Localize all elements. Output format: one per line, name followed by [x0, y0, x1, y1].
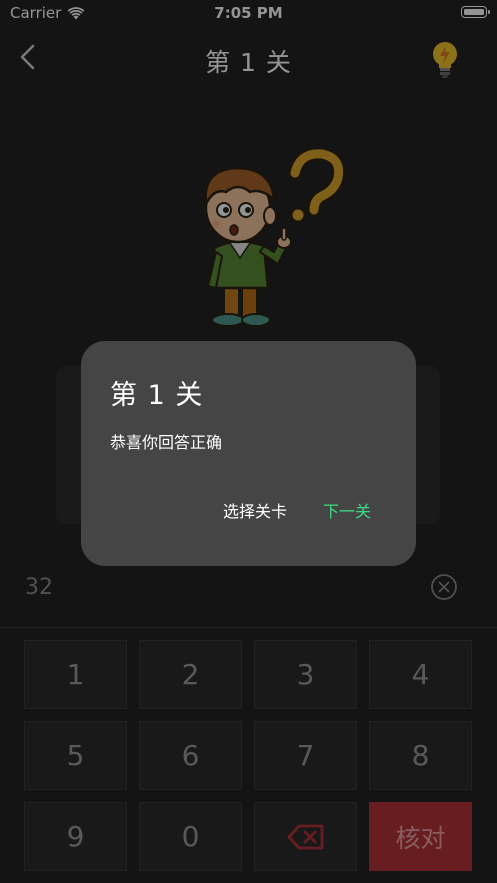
dialog-message: 恭喜你回答正确: [110, 433, 223, 452]
dialog-title: 第 1 关: [110, 380, 204, 411]
success-dialog: 第 1 关 恭喜你回答正确 选择关卡 下一关: [81, 341, 416, 566]
app-screen: Carrier 7:05 PM 第 1 关 32 1 2 3 4 5 6 7 8…: [0, 0, 497, 883]
next-level-button[interactable]: 下一关: [323, 498, 371, 522]
select-level-button[interactable]: 选择关卡: [223, 498, 287, 522]
